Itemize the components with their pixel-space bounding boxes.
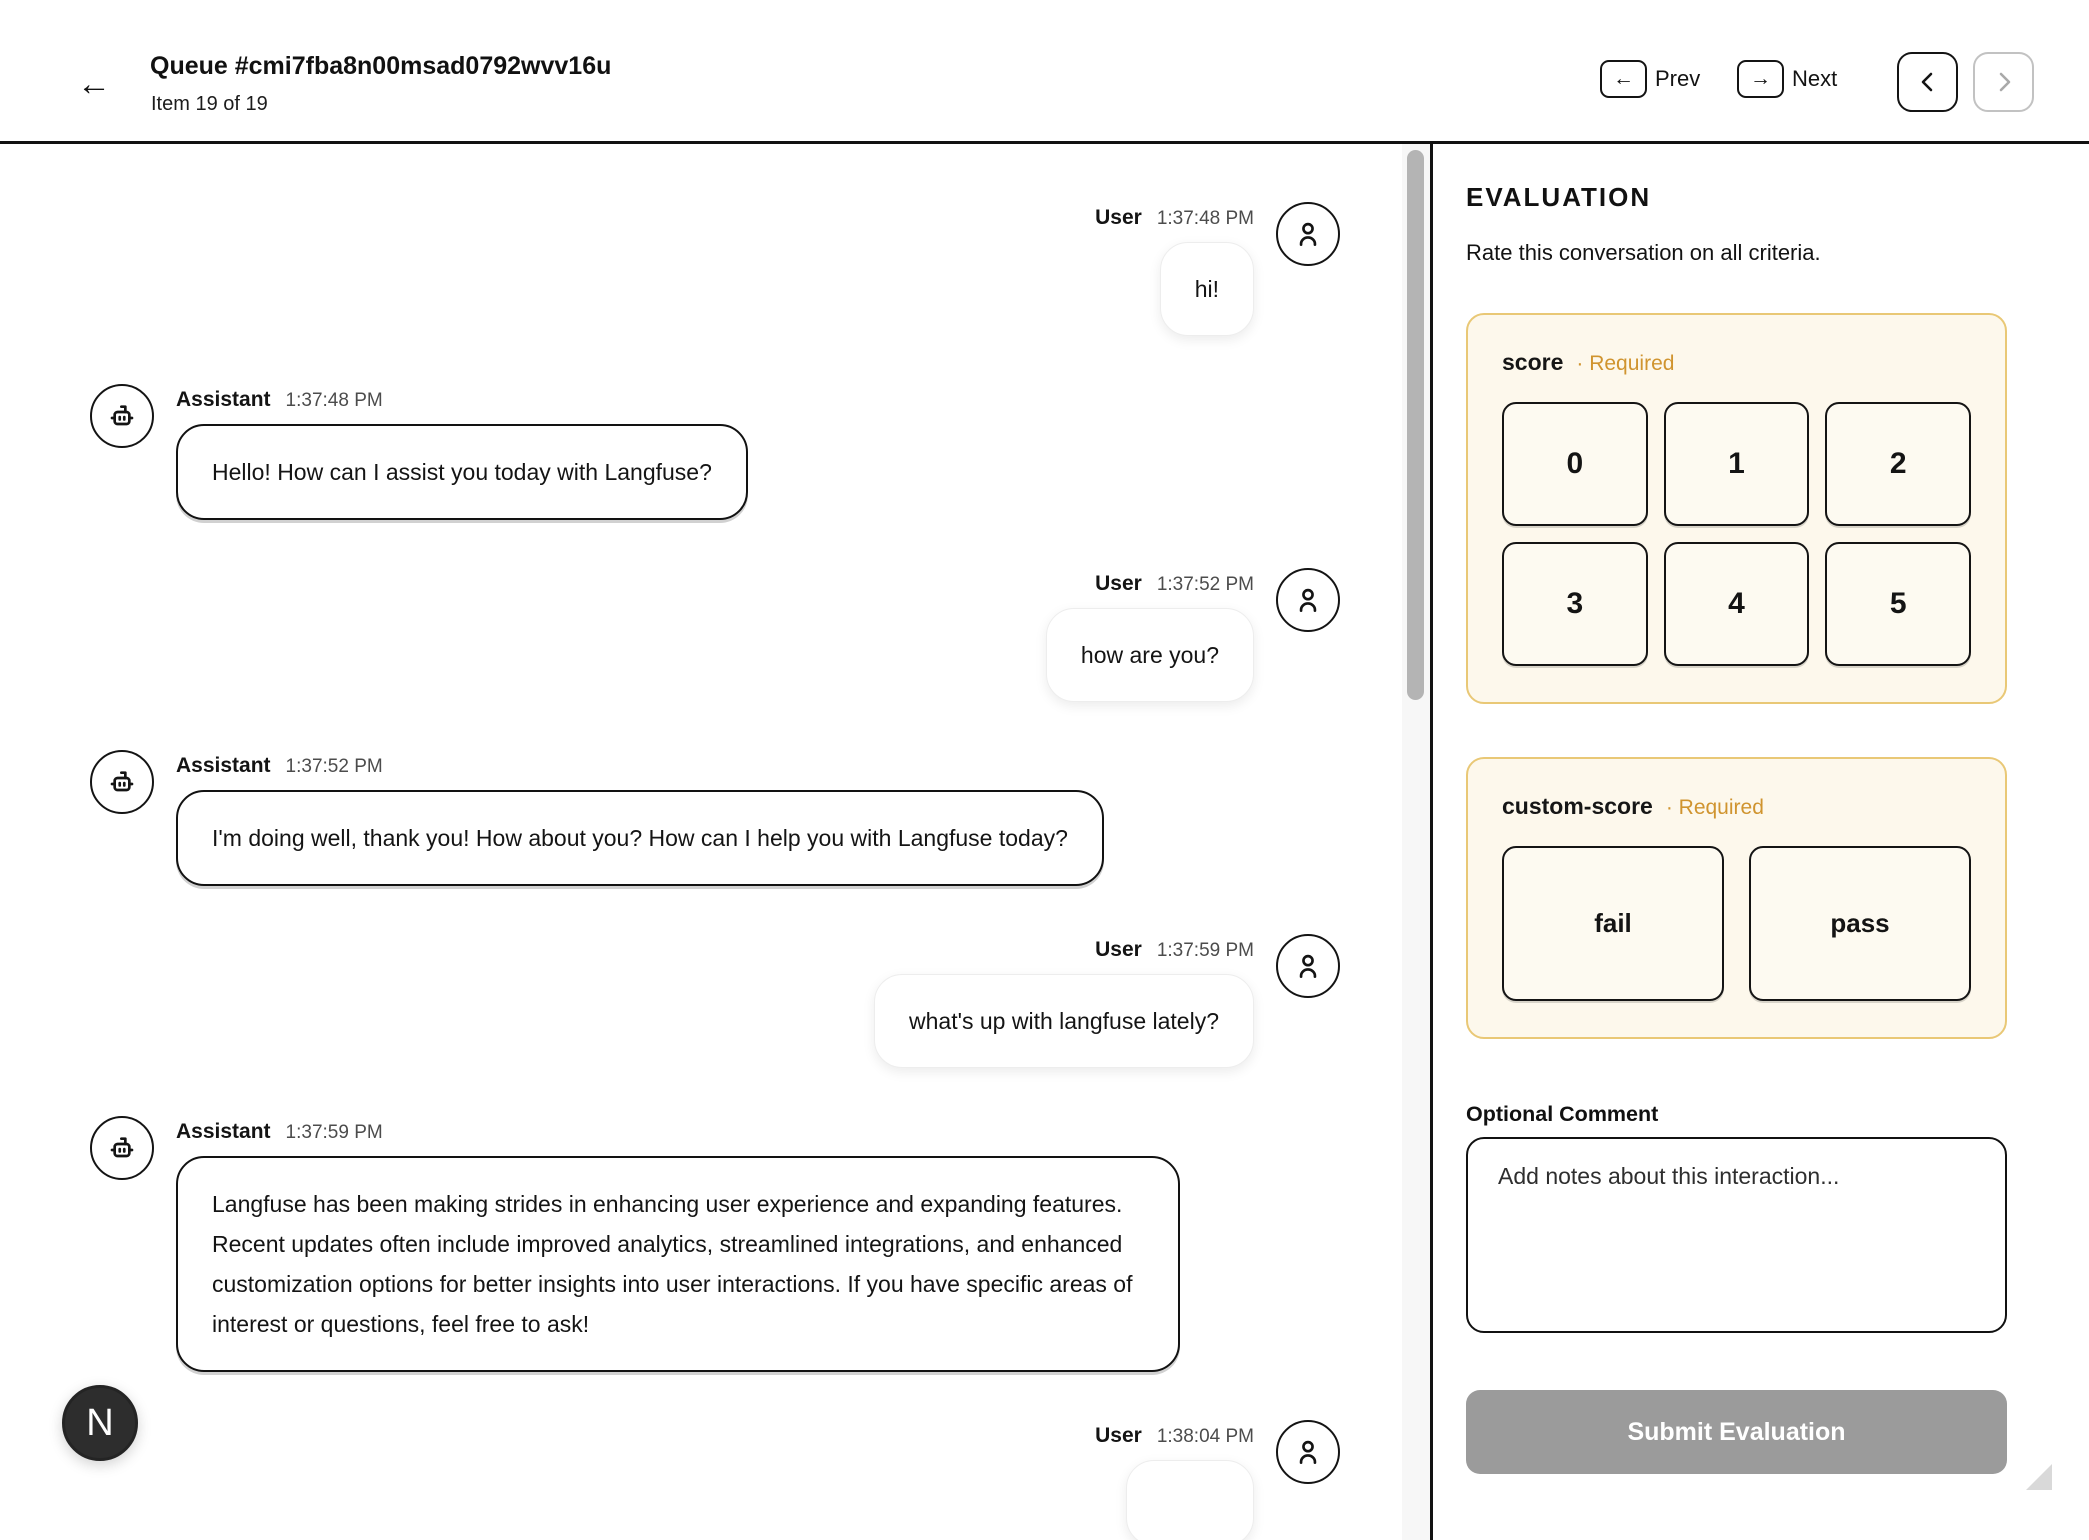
evaluation-heading: EVALUATION	[1466, 182, 2007, 213]
message-timestamp: 1:37:59 PM	[286, 1122, 383, 1144]
chat-message: Assistant 1:37:48 PM Hello! How can I as…	[90, 388, 1340, 520]
criterion-name: score	[1502, 349, 1563, 376]
option-button-fail[interactable]: fail	[1502, 846, 1724, 1001]
n-logo-icon: N	[86, 1402, 113, 1445]
chat-bubble: hi!	[1160, 242, 1254, 336]
criterion-card: score · Required 012 345	[1466, 313, 2007, 704]
resize-handle[interactable]	[2026, 1464, 2052, 1490]
user-icon	[1292, 1436, 1324, 1468]
page-title: Queue #cmi7fba8n00msad0792wvv16u	[150, 52, 611, 81]
criterion-name: custom-score	[1502, 793, 1653, 820]
nextjs-dev-badge[interactable]: N	[62, 1385, 138, 1461]
arrow-left-icon: ←	[77, 65, 111, 103]
avatar	[1276, 1420, 1340, 1484]
avatar	[90, 750, 154, 814]
message-timestamp: 1:37:59 PM	[1157, 940, 1254, 962]
criteria-list: score · Required 012 345 custom-score · R…	[1466, 313, 2007, 1039]
chat-bubble: what's up with langfuse lately?	[874, 974, 1254, 1068]
avatar	[90, 1116, 154, 1180]
chat-bubble: I'm doing well, thank you! How about you…	[176, 790, 1104, 886]
message-timestamp: 1:37:52 PM	[1157, 574, 1254, 596]
conversation-view: User 1:37:48 PM hi! Assistant 1:37:48 PM…	[0, 144, 1402, 1540]
chevron-right-icon	[1992, 70, 2016, 94]
chat-message: Assistant 1:37:59 PM Langfuse has been m…	[90, 1120, 1340, 1372]
bot-icon	[106, 1132, 138, 1164]
option-button-4[interactable]: 4	[1664, 542, 1810, 666]
annotation-queue-page: ← Queue #cmi7fba8n00msad0792wvv16u Item …	[0, 0, 2089, 1540]
user-icon	[1292, 218, 1324, 250]
chat-bubble: Hello! How can I assist you today with L…	[176, 424, 748, 520]
avatar	[1276, 934, 1340, 998]
user-icon	[1292, 950, 1324, 982]
chat-message: User 1:38:04 PM	[90, 1424, 1340, 1540]
avatar	[90, 384, 154, 448]
chat-message: User 1:37:59 PM what's up with langfuse …	[90, 938, 1340, 1068]
chevron-left-icon	[1916, 70, 1940, 94]
chat-bubble: how are you?	[1046, 608, 1254, 702]
required-badge: · Required	[1666, 796, 1764, 820]
user-icon	[1292, 584, 1324, 616]
option-button-0[interactable]: 0	[1502, 402, 1648, 526]
message-role: User	[1095, 206, 1142, 230]
option-button-1[interactable]: 1	[1664, 402, 1810, 526]
next-label: Next	[1792, 66, 1837, 92]
arrow-right-key-icon: →	[1737, 60, 1784, 98]
bot-icon	[106, 400, 138, 432]
expand-panel-button[interactable]	[1973, 52, 2034, 112]
criterion-options: 012 345	[1502, 402, 1971, 666]
chat-bubble	[1126, 1460, 1254, 1540]
message-role: User	[1095, 572, 1142, 596]
scrollbar-thumb[interactable]	[1407, 150, 1424, 700]
option-button-3[interactable]: 3	[1502, 542, 1648, 666]
criterion-card: custom-score · Required failpass	[1466, 757, 2007, 1039]
message-timestamp: 1:37:52 PM	[286, 756, 383, 778]
message-role: User	[1095, 938, 1142, 962]
message-timestamp: 1:37:48 PM	[286, 390, 383, 412]
prev-item-button[interactable]: ← Prev	[1600, 60, 1700, 98]
arrow-left-key-icon: ←	[1600, 60, 1647, 98]
header: ← Queue #cmi7fba8n00msad0792wvv16u Item …	[0, 0, 2089, 141]
chat-message: User 1:37:48 PM hi!	[90, 206, 1340, 336]
next-item-button[interactable]: → Next	[1737, 60, 1837, 98]
collapse-panel-button[interactable]	[1897, 52, 1958, 112]
prev-label: Prev	[1655, 66, 1700, 92]
chat-bubble: Langfuse has been making strides in enha…	[176, 1156, 1180, 1372]
item-counter: Item 19 of 19	[151, 93, 268, 116]
option-button-2[interactable]: 2	[1825, 402, 1971, 526]
avatar	[1276, 202, 1340, 266]
option-button-5[interactable]: 5	[1825, 542, 1971, 666]
comment-input[interactable]	[1466, 1137, 2007, 1333]
message-timestamp: 1:37:48 PM	[1157, 208, 1254, 230]
chat-message: Assistant 1:37:52 PM I'm doing well, tha…	[90, 754, 1340, 886]
evaluation-panel: EVALUATION Rate this conversation on all…	[1466, 144, 2007, 1474]
panel-divider	[1430, 144, 1433, 1540]
message-role: Assistant	[176, 388, 271, 412]
message-list: User 1:37:48 PM hi! Assistant 1:37:48 PM…	[0, 144, 1402, 1540]
message-role: Assistant	[176, 1120, 271, 1144]
bot-icon	[106, 766, 138, 798]
criterion-options: failpass	[1502, 846, 1971, 1001]
submit-evaluation-button[interactable]: Submit Evaluation	[1466, 1390, 2007, 1474]
avatar	[1276, 568, 1340, 632]
option-button-pass[interactable]: pass	[1749, 846, 1971, 1001]
evaluation-subheading: Rate this conversation on all criteria.	[1466, 240, 2007, 266]
message-timestamp: 1:38:04 PM	[1157, 1426, 1254, 1448]
comment-label: Optional Comment	[1466, 1102, 2007, 1127]
message-role: Assistant	[176, 754, 271, 778]
chat-message: User 1:37:52 PM how are you?	[90, 572, 1340, 702]
message-role: User	[1095, 1424, 1142, 1448]
required-badge: · Required	[1576, 352, 1674, 376]
back-button[interactable]: ←	[72, 62, 116, 106]
